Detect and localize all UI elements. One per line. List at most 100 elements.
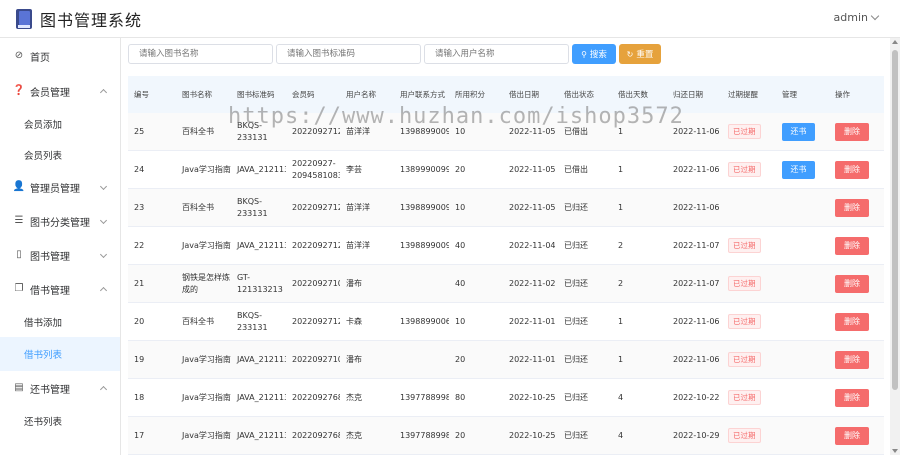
table-row: 20 百科全书 BKQS-233131 202209271213716465 卡森 139… [128, 303, 884, 341]
sidebar-item-admins[interactable]: 👤 管理员管理 [0, 170, 120, 204]
cell-id: 24 [134, 164, 145, 174]
sidebar-subitem-return-list[interactable]: 还书列表 [0, 405, 120, 436]
reset-button-label: 重置 [636, 50, 654, 60]
cell-book-name: Java学习指南 [182, 240, 231, 250]
delete-button[interactable]: 删除 [835, 122, 869, 141]
cell-user-name: 潘布 [346, 278, 362, 288]
sidebar-subitem-member-list[interactable]: 会员列表 [0, 139, 120, 170]
delete-button[interactable]: 删除 [835, 160, 869, 179]
delete-button[interactable]: 删除 [835, 426, 869, 445]
cell-book-isbn: BKQS-233131 [237, 120, 268, 142]
cell-actions: 删除 [829, 350, 884, 369]
scroll-up-arrow-icon[interactable] [892, 40, 898, 44]
delete-button[interactable]: 删除 [835, 312, 869, 331]
cell-manage: 还书 [776, 160, 829, 179]
cell-overdue: 已过期 [722, 352, 776, 367]
cell-status: 已借出 [564, 126, 588, 136]
cell-status: 已归还 [564, 278, 588, 288]
cell-days: 4 [618, 430, 624, 440]
cell-book-isbn: BKQS-233131 [237, 310, 268, 332]
column-header: 图书标准码 [237, 89, 275, 99]
cell-return-date: 2022-11-06 [673, 126, 720, 136]
column-header: 图书名称 [182, 89, 212, 99]
cell-out-date: 2022-11-01 [509, 354, 556, 364]
cell-out-date: 2022-11-05 [509, 164, 556, 174]
column-header: 归还日期 [673, 89, 703, 99]
book-isbn-search-input[interactable] [276, 44, 421, 64]
cell-user-name: 杰克 [346, 430, 362, 440]
user-icon: 👤 [12, 181, 26, 192]
search-button-label: 搜索 [589, 50, 607, 60]
book-name-search-input[interactable] [128, 44, 273, 64]
question-circle-icon: ❓ [12, 85, 26, 96]
cell-overdue: 已过期 [722, 314, 776, 329]
delete-button[interactable]: 删除 [835, 198, 869, 217]
scroll-down-arrow-icon[interactable] [892, 449, 898, 453]
cell-user-phone: 13988990099 [400, 126, 449, 136]
chevron-down-icon[interactable] [870, 11, 880, 21]
reset-button[interactable]: ↻ 重置 [619, 44, 661, 64]
column-header: 借出天数 [618, 89, 648, 99]
column-header: 用户联系方式 [400, 89, 445, 99]
search-button[interactable]: ⚲ 搜索 [572, 44, 616, 64]
sidebar-subitem-borrow-add[interactable]: 借书添加 [0, 306, 120, 337]
table-row: 17 Java学习指南 JAVA_212113123 2022092768879239… [128, 417, 884, 455]
sidebar-item-books[interactable]: ▯ 图书管理 [0, 238, 120, 272]
cell-book-name: 百科全书 [182, 126, 214, 136]
delete-button[interactable]: 删除 [835, 388, 869, 407]
cell-member-code: 202209271239528742 [292, 126, 340, 136]
book-icon: ▯ [16, 249, 22, 260]
cell-overdue: 已过期 [722, 390, 776, 405]
delete-button[interactable]: 删除 [835, 350, 869, 369]
column-header: 用户名称 [346, 89, 376, 99]
cell-actions: 删除 [829, 160, 884, 179]
username[interactable]: admin [834, 11, 868, 24]
sidebar-subitem-member-add[interactable]: 会员添加 [0, 108, 120, 139]
return-book-button[interactable]: 还书 [782, 122, 815, 141]
table-row: 22 Java学习指南 JAVA_212113123 2022092712395287… [128, 227, 884, 265]
cell-manage: 还书 [776, 122, 829, 141]
cell-book-isbn: JAVA_212113123 [237, 164, 286, 174]
cell-user-phone: 138999009988 [400, 164, 449, 174]
cell-out-date: 2022-11-02 [509, 278, 556, 288]
user-name-search-input[interactable] [424, 44, 569, 64]
sidebar-item-members[interactable]: ❓ 会员管理 [0, 74, 120, 108]
table-row: 19 Java学习指南 JAVA_212113123 2022092710188006… [128, 341, 884, 379]
cell-out-date: 2022-11-01 [509, 316, 556, 326]
sidebar-item-categories[interactable]: ☰ 图书分类管理 [0, 204, 120, 238]
list-icon: ▤ [14, 382, 24, 393]
cell-book-name: Java学习指南 [182, 430, 231, 440]
page-scrollbar[interactable] [890, 38, 900, 455]
cell-points: 10 [455, 126, 466, 136]
cell-return-date: 2022-11-07 [673, 278, 720, 288]
cell-book-name: Java学习指南 [182, 392, 231, 402]
column-header: 借出状态 [564, 89, 594, 99]
scroll-thumb[interactable] [892, 50, 898, 390]
cell-actions: 删除 [829, 198, 884, 217]
cell-id: 18 [134, 392, 145, 402]
cell-book-isbn: JAVA_212113123 [237, 354, 286, 364]
cell-overdue: 已过期 [722, 276, 776, 291]
cell-out-date: 2022-10-25 [509, 430, 556, 440]
sidebar-item-home[interactable]: ⊘ 首页 [0, 38, 120, 74]
chevron-up-icon [99, 88, 108, 97]
sidebar-item-borrow[interactable]: ❐ 借书管理 [0, 272, 120, 306]
sidebar-item-label: 管理员管理 [30, 183, 80, 195]
delete-button[interactable]: 删除 [835, 236, 869, 255]
cell-book-name: Java学习指南 [182, 354, 231, 364]
cell-book-isbn: BKQS-233131 [237, 196, 268, 218]
delete-button[interactable]: 删除 [835, 274, 869, 293]
cell-user-phone: 13988990066 [400, 316, 449, 326]
cell-user-phone: 13977889988 [400, 430, 449, 440]
cell-status: 已归还 [564, 430, 588, 440]
cell-actions: 删除 [829, 426, 884, 445]
user-menu[interactable]: admin [834, 11, 880, 24]
cell-book-name: Java学习指南 [182, 164, 231, 174]
chevron-up-icon [99, 385, 108, 394]
cell-out-date: 2022-10-25 [509, 392, 556, 402]
cell-points: 10 [455, 316, 466, 326]
column-header: 编号 [134, 89, 149, 99]
sidebar-item-return[interactable]: ▤ 还书管理 [0, 371, 120, 405]
return-book-button[interactable]: 还书 [782, 160, 815, 179]
sidebar-subitem-borrow-list[interactable]: 借书列表 [0, 337, 120, 371]
